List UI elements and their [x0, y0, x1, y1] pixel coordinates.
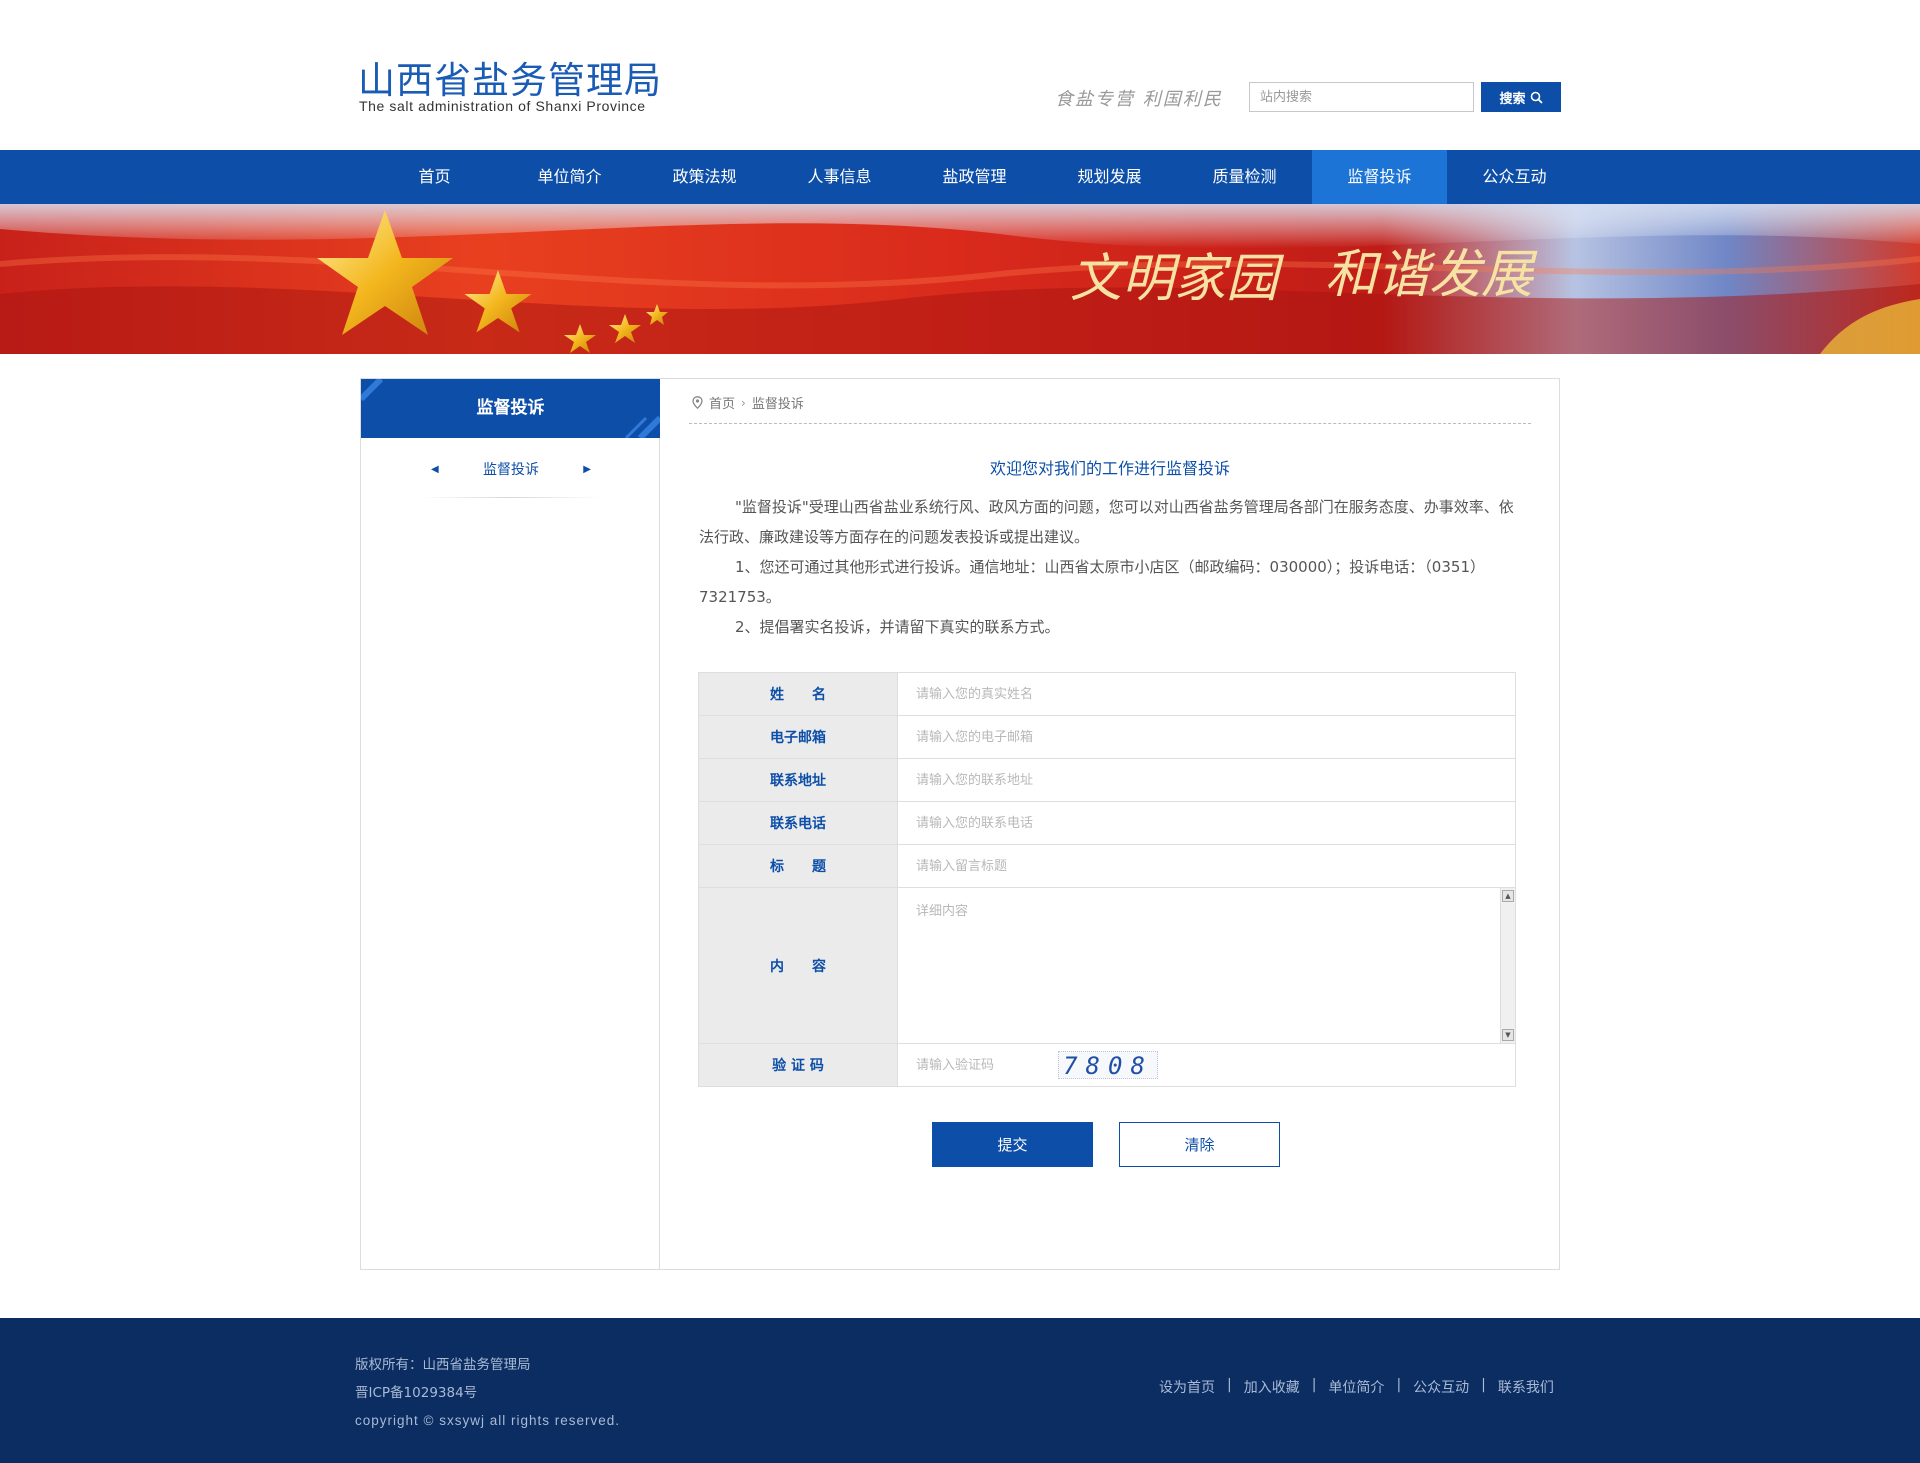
nav-item-supervision[interactable]: 监督投诉 [1312, 150, 1447, 204]
breadcrumb: 首页 › 监督投诉 [692, 393, 804, 412]
site-logo-title[interactable]: 山西省盐务管理局 [358, 50, 662, 104]
complaint-form: 姓 名 电子邮箱 联系地址 联系电话 标 题 内 容 [698, 672, 1516, 1087]
header-slogan: 食盐专营 利国利民 [1055, 89, 1223, 110]
form-row-address: 联系地址 [698, 758, 1516, 802]
location-pin-icon [692, 396, 703, 409]
intro-text: "监督投诉"受理山西省盐业系统行风、政风方面的问题，您可以对山西省盐务管理局各部… [699, 492, 1519, 642]
footer-info: 版权所有：山西省盐务管理局 晋ICP备1029384号 copyright © … [355, 1351, 620, 1435]
breadcrumb-current: 监督投诉 [751, 397, 804, 412]
intro-paragraph-2: 1、您还可通过其他形式进行投诉。通信地址：山西省太原市小店区（邮政编码：0300… [699, 558, 1485, 606]
form-row-phone: 联系电话 [698, 801, 1516, 845]
scroll-down-icon[interactable]: ▼ [1502, 1029, 1514, 1041]
nav-item-interaction[interactable]: 公众互动 [1447, 150, 1582, 204]
content-box: 监督投诉 ◀ 监督投诉 ▶ 首页 › 监督投诉 欢迎您对我们的工作进行监督投诉 … [360, 378, 1560, 1270]
footer-copyright-en: copyright © sxsywj all rights reserved. [355, 1413, 621, 1428]
site-logo-subtitle: The salt administration of Shanxi Provin… [359, 98, 646, 114]
footer-copyright: 版权所有：山西省盐务管理局 [355, 1357, 531, 1373]
footer-link-separator: | [1227, 1377, 1232, 1393]
form-row-name: 姓 名 [698, 672, 1516, 716]
content-textarea[interactable] [898, 888, 1515, 1043]
form-row-captcha: 验 证 码 7808 [698, 1043, 1516, 1087]
sidebar-item-label: 监督投诉 [483, 462, 539, 478]
intro-paragraph-3: 2、提倡署实名投诉，并请留下真实的联系方式。 [735, 618, 1060, 636]
name-field[interactable] [898, 673, 1515, 715]
search-button-label: 搜索 [1499, 91, 1526, 107]
subject-label: 标 题 [698, 844, 898, 888]
captcha-image[interactable]: 7808 [1058, 1051, 1158, 1080]
nav-item-policy[interactable]: 政策法规 [637, 150, 772, 204]
sidebar-title: 监督投诉 [361, 379, 660, 438]
clear-button[interactable]: 清除 [1119, 1122, 1280, 1167]
sidebar: 监督投诉 ◀ 监督投诉 ▶ [361, 379, 660, 1269]
submit-button[interactable]: 提交 [932, 1122, 1093, 1167]
breadcrumb-divider [689, 423, 1531, 424]
footer-link-separator: | [1481, 1377, 1486, 1393]
nav-item-personnel[interactable]: 人事信息 [772, 150, 907, 204]
scroll-up-icon[interactable]: ▲ [1502, 890, 1514, 902]
banner-image: 文明家园 和谐发展 [0, 204, 1920, 354]
search-icon [1530, 91, 1543, 104]
chevron-right-icon: › [741, 395, 746, 410]
main-content: 首页 › 监督投诉 欢迎您对我们的工作进行监督投诉 "监督投诉"受理山西省盐业系… [661, 379, 1559, 1269]
nav-item-home[interactable]: 首页 [367, 150, 502, 204]
site-header: 山西省盐务管理局 The salt administration of Shan… [0, 0, 1920, 150]
arrow-right-icon: ▶ [583, 464, 591, 475]
email-label: 电子邮箱 [698, 715, 898, 759]
arrow-left-icon: ◀ [431, 464, 439, 475]
sidebar-item-supervision[interactable]: ◀ 监督投诉 ▶ [421, 455, 601, 485]
footer-link-separator: | [1396, 1377, 1402, 1393]
footer-link-interaction[interactable]: 公众互动 [1413, 1377, 1469, 1397]
sidebar-divider [421, 497, 601, 498]
nav-item-planning[interactable]: 规划发展 [1042, 150, 1177, 204]
footer-link-set-homepage[interactable]: 设为首页 [1159, 1377, 1215, 1397]
form-row-email: 电子邮箱 [698, 715, 1516, 759]
main-nav: 首页 单位简介 政策法规 人事信息 盐政管理 规划发展 质量检测 监督投诉 公众互动 [0, 150, 1920, 204]
address-label: 联系地址 [698, 758, 898, 802]
subject-field[interactable] [898, 845, 1515, 887]
footer-link-contact[interactable]: 联系我们 [1498, 1377, 1554, 1397]
sidebar-title-label: 监督投诉 [476, 398, 545, 418]
banner-text-left: 文明家园 [1070, 249, 1285, 309]
captcha-field[interactable] [898, 1044, 1058, 1086]
textarea-scrollbar[interactable]: ▲ ▼ [1500, 888, 1515, 1043]
search-input[interactable] [1249, 82, 1474, 112]
form-row-content: 内 容 ▲ ▼ [698, 887, 1516, 1044]
site-footer: 版权所有：山西省盐务管理局 晋ICP备1029384号 copyright © … [0, 1318, 1920, 1463]
address-field[interactable] [898, 759, 1515, 801]
name-label: 姓 名 [698, 672, 898, 716]
footer-links: 设为首页 | 加入收藏 | 单位简介 | 公众互动 | 联系我们 [1159, 1377, 1554, 1397]
footer-link-about[interactable]: 单位简介 [1328, 1377, 1384, 1397]
intro-paragraph-1: "监督投诉"受理山西省盐业系统行风、政风方面的问题，您可以对山西省盐务管理局各部… [699, 498, 1514, 546]
form-row-subject: 标 题 [698, 844, 1516, 888]
footer-icp[interactable]: 晋ICP备1029384号 [355, 1379, 620, 1407]
footer-link-add-favorite[interactable]: 加入收藏 [1244, 1377, 1300, 1397]
phone-field[interactable] [898, 802, 1515, 844]
breadcrumb-home[interactable]: 首页 [709, 393, 735, 412]
phone-label: 联系电话 [698, 801, 898, 845]
nav-item-quality[interactable]: 质量检测 [1177, 150, 1312, 204]
search-button[interactable]: 搜索 [1481, 82, 1561, 112]
nav-item-salt-admin[interactable]: 盐政管理 [907, 150, 1042, 204]
nav-item-about[interactable]: 单位简介 [502, 150, 637, 204]
captcha-label: 验 证 码 [698, 1043, 898, 1087]
banner: 文明家园 和谐发展 [0, 204, 1920, 354]
intro-title: 欢迎您对我们的工作进行监督投诉 [989, 459, 1230, 478]
footer-link-separator: | [1311, 1377, 1317, 1393]
content-label: 内 容 [698, 887, 898, 1044]
email-field[interactable] [898, 716, 1515, 758]
banner-text-right: 和谐发展 [1325, 245, 1538, 305]
